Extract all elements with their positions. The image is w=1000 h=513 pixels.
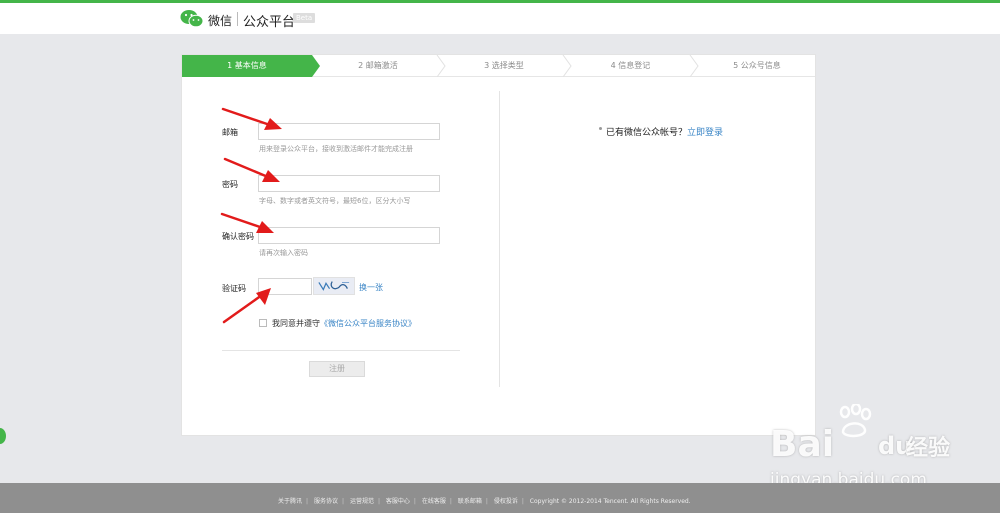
column-divider <box>499 91 500 387</box>
header: 微信 公众平台 Beta <box>0 3 1000 34</box>
login-now-link[interactable]: 立即登录 <box>687 128 723 138</box>
step-2: 2 邮箱激活 <box>358 61 398 70</box>
footer: 关于腾讯 | 服务协议 | 运营规范 | 客服中心 | 在线客服 | 联系邮箱 | 侵权投诉… <box>0 483 1000 513</box>
footer-link-terms[interactable]: 服务协议 <box>314 498 338 505</box>
captcha-image[interactable] <box>313 277 355 295</box>
confirm-password-label: 确认密码 <box>222 232 254 241</box>
password-label: 密码 <box>222 180 238 189</box>
service-agreement-link[interactable]: 《微信公众平台服务协议》 <box>320 319 416 328</box>
jingyan-label: 经验 <box>906 436 951 461</box>
step-3: 3 选择类型 <box>484 61 524 70</box>
step-4: 4 信息登记 <box>610 61 651 70</box>
existing-account-text: 已有微信公众帐号？ <box>606 128 688 138</box>
existing-account-prompt: 已有微信公众帐号？立即登录 <box>606 125 723 138</box>
form-divider <box>222 350 460 351</box>
confirm-password-field[interactable] <box>258 227 440 244</box>
side-float-button[interactable] <box>0 428 6 444</box>
email-hint: 用来登录公众平台，接收到激活邮件才能完成注册 <box>259 145 413 153</box>
brand-separator <box>237 12 238 26</box>
captcha-label: 验证码 <box>222 284 246 293</box>
password-hint: 字母、数字或者英文符号，最短6位，区分大小写 <box>259 197 411 205</box>
beta-badge: Beta <box>293 13 316 23</box>
footer-link-online-service[interactable]: 在线客服 <box>422 498 446 505</box>
step-5: 5 公众号信息 <box>733 61 781 70</box>
register-card: 1 基本信息 2 邮箱激活 3 选择类型 4 信息登记 5 公众号信息 邮箱 用… <box>181 54 816 436</box>
footer-copyright: Copyright © 2012-2014 Tencent. All Right… <box>529 498 691 505</box>
step-chevron <box>689 55 699 77</box>
footer-link-rules[interactable]: 运营规范 <box>350 498 374 505</box>
step-chevron <box>562 55 572 77</box>
footer-link-about[interactable]: 关于腾讯 <box>278 498 302 505</box>
brand-name[interactable]: 微信 <box>208 12 232 29</box>
wechat-logo-icon <box>180 10 204 28</box>
baidu-wordmark-du: du <box>878 432 913 460</box>
email-label: 邮箱 <box>222 128 238 137</box>
captcha-field[interactable] <box>258 278 312 295</box>
footer-link-contact[interactable]: 联系邮箱 <box>458 498 482 505</box>
bullet-dot <box>599 127 602 130</box>
agree-text: 我同意并遵守《微信公众平台服务协议》 <box>272 318 416 329</box>
agree-checkbox[interactable] <box>259 319 267 327</box>
password-field[interactable] <box>258 175 440 192</box>
baidu-paw-icon <box>839 404 872 438</box>
confirm-password-hint: 请再次输入密码 <box>259 249 308 257</box>
register-button[interactable]: 注册 <box>309 361 365 377</box>
footer-link-help[interactable]: 客服中心 <box>386 498 410 505</box>
step-chevron <box>436 55 446 77</box>
footer-links: 关于腾讯 | 服务协议 | 运营规范 | 客服中心 | 在线客服 | 联系邮箱 | 侵权投诉… <box>278 498 691 505</box>
email-field[interactable] <box>258 123 440 140</box>
refresh-captcha-link[interactable]: 换一张 <box>359 282 383 293</box>
platform-title: 公众平台 <box>243 15 296 30</box>
step-progress: 1 基本信息 2 邮箱激活 3 选择类型 4 信息登记 5 公众号信息 <box>182 55 815 77</box>
agree-prefix: 我同意并遵守 <box>272 319 320 328</box>
footer-link-complaint[interactable]: 侵权投诉 <box>494 498 518 505</box>
step-1: 1 基本信息 <box>227 61 267 70</box>
